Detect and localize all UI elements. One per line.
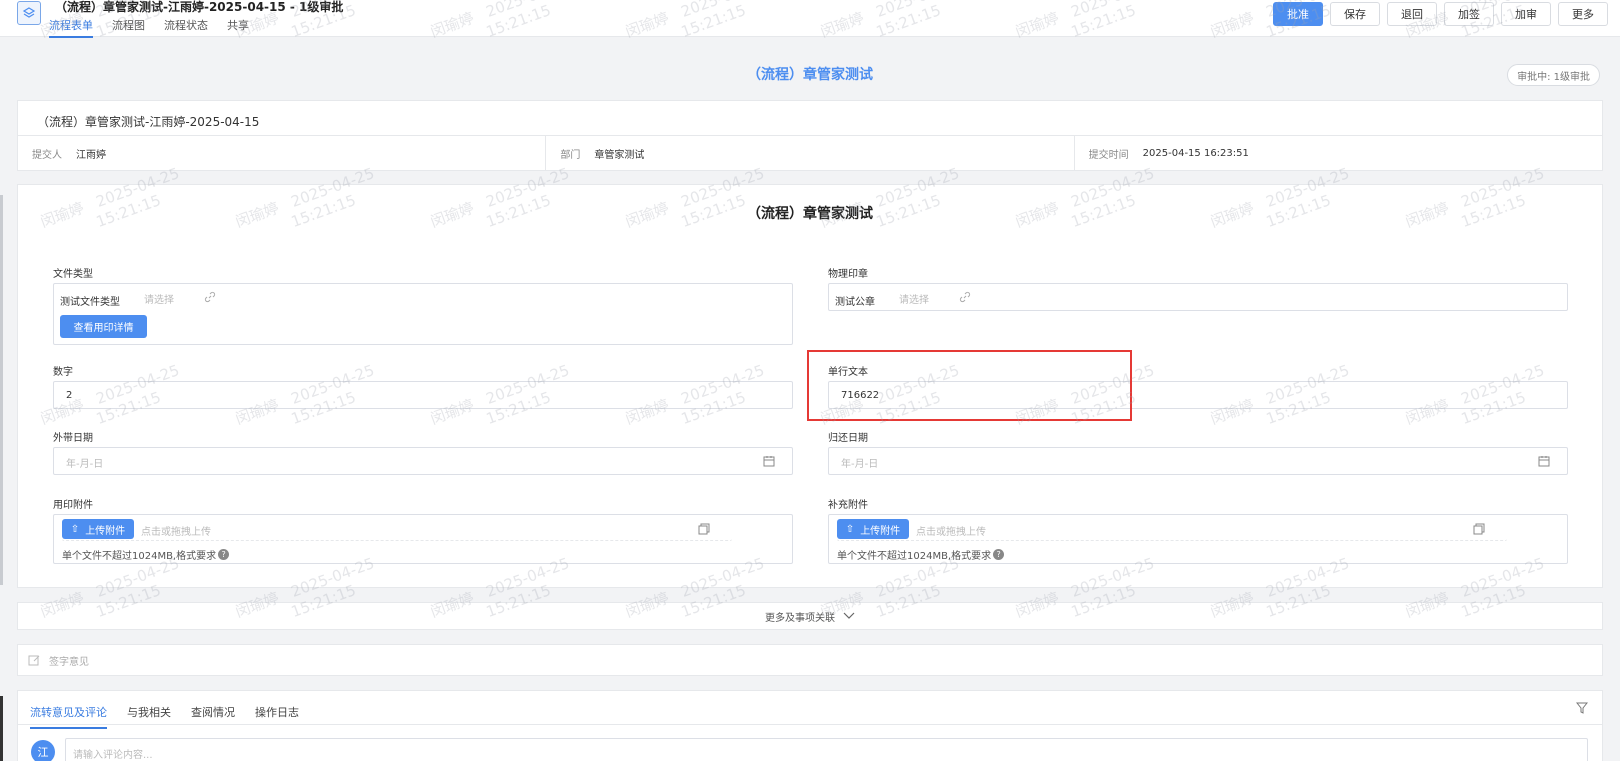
extra-upload-button[interactable]: ⇧ 上传附件 xyxy=(837,519,909,539)
more-button[interactable]: 更多 xyxy=(1558,2,1608,26)
status-badge: 审批中: 1级审批 xyxy=(1507,64,1600,86)
info-row: 提交人 江雨婷 部门 章管家测试 提交时间 2025-04-15 16:23:5… xyxy=(18,135,1602,171)
calendar-icon[interactable] xyxy=(1538,455,1550,467)
out-date-label: 外带日期 xyxy=(53,433,93,444)
link-icon[interactable] xyxy=(959,291,971,303)
tab-form[interactable]: 流程表单 xyxy=(49,17,93,38)
seal-upload-label: 上传附件 xyxy=(85,525,126,537)
return-date-placeholder: 年-月-日 xyxy=(841,459,879,470)
seal-attach-hint-text: 单个文件不超过1024MB,格式要求 xyxy=(62,551,217,562)
out-date-placeholder: 年-月-日 xyxy=(66,459,104,470)
single-text-input[interactable]: 716622 xyxy=(828,381,1568,409)
form-heading: （流程）章管家测试 xyxy=(747,67,873,83)
single-text-value: 716622 xyxy=(841,390,880,401)
copy-icon[interactable] xyxy=(698,523,710,535)
seal-upload-area[interactable]: ⇧ 上传附件 点击或拖拽上传 xyxy=(62,517,732,541)
save-button[interactable]: 保存 xyxy=(1330,2,1380,26)
calendar-icon[interactable] xyxy=(763,455,775,467)
extra-attach-field: ⇧ 上传附件 点击或拖拽上传 单个文件不超过1024MB,格式要求? xyxy=(828,514,1568,564)
divider xyxy=(18,724,1602,725)
approve-button[interactable]: 批准 xyxy=(1273,2,1323,26)
tab-flowchart[interactable]: 流程图 xyxy=(112,17,145,38)
comment-input[interactable]: 请输入评论内容... xyxy=(65,738,1588,761)
extra-attach-label: 补充附件 xyxy=(828,500,868,511)
submit-time-value: 2025-04-15 16:23:51 xyxy=(1142,148,1249,159)
out-date-picker[interactable]: 年-月-日 xyxy=(53,447,793,475)
help-icon[interactable]: ? xyxy=(993,549,1005,560)
dept-cell: 部门 章管家测试 xyxy=(546,136,1075,171)
sign-opinion-bar[interactable]: 签字意见 xyxy=(17,644,1603,676)
file-type-field[interactable]: 测试文件类型 请选择 查看用印详情 xyxy=(53,283,793,345)
copy-icon[interactable] xyxy=(1473,523,1485,535)
submit-time-label: 提交时间 xyxy=(1088,150,1129,161)
return-date-picker[interactable]: 年-月-日 xyxy=(828,447,1568,475)
chevron-down-icon xyxy=(843,612,855,619)
dept-label: 部门 xyxy=(560,150,581,161)
comment-placeholder: 请输入评论内容... xyxy=(73,750,153,761)
tab-operation-log[interactable]: 操作日志 xyxy=(255,704,299,729)
seal-upload-button[interactable]: ⇧ 上传附件 xyxy=(62,519,134,539)
physical-seal-value: 测试公章 xyxy=(835,297,875,308)
seal-attach-field: ⇧ 上传附件 点击或拖拽上传 单个文件不超过1024MB,格式要求? xyxy=(53,514,793,564)
extra-upload-placeholder: 点击或拖拽上传 xyxy=(916,527,986,538)
physical-seal-label: 物理印章 xyxy=(828,269,868,280)
link-icon[interactable] xyxy=(204,291,216,303)
physical-seal-placeholder: 请选择 xyxy=(899,295,929,306)
file-type-label: 文件类型 xyxy=(53,269,93,280)
file-type-value: 测试文件类型 xyxy=(60,297,120,308)
form-title: （流程）章管家测试 xyxy=(747,206,873,222)
file-type-placeholder: 请选择 xyxy=(144,295,174,306)
extra-attach-hint-text: 单个文件不超过1024MB,格式要求 xyxy=(837,551,992,562)
tab-read-status[interactable]: 查阅情况 xyxy=(191,704,235,729)
tab-flow-status[interactable]: 流程状态 xyxy=(164,17,208,38)
submitter-value: 江雨婷 xyxy=(76,150,106,161)
avatar: 江 xyxy=(31,740,55,761)
return-button[interactable]: 退回 xyxy=(1387,2,1437,26)
add-sign-button[interactable]: 加签 xyxy=(1444,2,1494,26)
comment-panel: 流转意见及评论 与我相关 查阅情况 操作日志 江 请输入评论内容... xyxy=(17,690,1603,761)
page-title: （流程）章管家测试-江雨婷-2025-04-15 - 1级审批 xyxy=(55,0,344,14)
add-review-button[interactable]: 加审 xyxy=(1501,2,1551,26)
view-seal-detail-button[interactable]: 查看用印详情 xyxy=(60,315,147,338)
scroll-edge-dark xyxy=(0,696,3,761)
comment-tabs: 流转意见及评论 与我相关 查阅情况 操作日志 xyxy=(30,704,319,729)
dept-value: 章管家测试 xyxy=(594,150,645,161)
action-toolbar: 批准 保存 退回 加签 加审 更多 xyxy=(1273,2,1608,26)
info-card: （流程）章管家测试-江雨婷-2025-04-15 提交人 江雨婷 部门 章管家测… xyxy=(17,100,1603,171)
edit-icon xyxy=(28,655,40,666)
upload-icon: ⇧ xyxy=(70,523,80,535)
more-bar-label: 更多及事项关联 xyxy=(765,612,835,624)
submitter-label: 提交人 xyxy=(32,150,62,161)
info-title: （流程）章管家测试-江雨婷-2025-04-15 xyxy=(37,115,260,129)
form-body: 文件类型 测试文件类型 请选择 查看用印详情 物理印章 测试公章 请选择 数字 … xyxy=(36,253,1586,573)
return-date-label: 归还日期 xyxy=(828,433,868,444)
upload-icon: ⇧ xyxy=(845,523,855,535)
form-card: （流程）章管家测试 文件类型 测试文件类型 请选择 查看用印详情 物理印章 测试… xyxy=(17,184,1603,588)
seal-attach-hint: 单个文件不超过1024MB,格式要求? xyxy=(62,547,230,562)
sign-opinion-label: 签字意见 xyxy=(49,656,89,668)
seal-upload-placeholder: 点击或拖拽上传 xyxy=(141,527,211,538)
seal-attach-label: 用印附件 xyxy=(53,500,93,511)
help-icon[interactable]: ? xyxy=(218,549,230,560)
tab-flow-comments[interactable]: 流转意见及评论 xyxy=(30,704,107,729)
app-logo-icon xyxy=(17,1,41,25)
tab-share[interactable]: 共享 xyxy=(227,17,249,38)
scroll-edge xyxy=(0,195,3,585)
number-input[interactable]: 2 xyxy=(53,381,793,409)
single-text-label: 单行文本 xyxy=(828,367,868,378)
number-label: 数字 xyxy=(53,367,73,378)
submit-time-cell: 提交时间 2025-04-15 16:23:51 xyxy=(1075,136,1602,171)
submitter-cell: 提交人 江雨婷 xyxy=(18,136,547,171)
physical-seal-field[interactable]: 测试公章 请选择 xyxy=(828,283,1568,311)
filter-icon[interactable] xyxy=(1576,702,1588,714)
extra-upload-area[interactable]: ⇧ 上传附件 点击或拖拽上传 xyxy=(837,517,1507,541)
extra-attach-hint: 单个文件不超过1024MB,格式要求? xyxy=(837,547,1005,562)
more-and-related-toggle[interactable]: 更多及事项关联 xyxy=(17,602,1603,630)
top-bar: （流程）章管家测试-江雨婷-2025-04-15 - 1级审批 流程表单 流程图… xyxy=(0,0,1620,38)
number-value: 2 xyxy=(66,390,73,401)
extra-upload-label: 上传附件 xyxy=(860,525,901,537)
tab-related-to-me[interactable]: 与我相关 xyxy=(127,704,171,729)
top-tabs: 流程表单 流程图 流程状态 共享 xyxy=(49,17,268,38)
